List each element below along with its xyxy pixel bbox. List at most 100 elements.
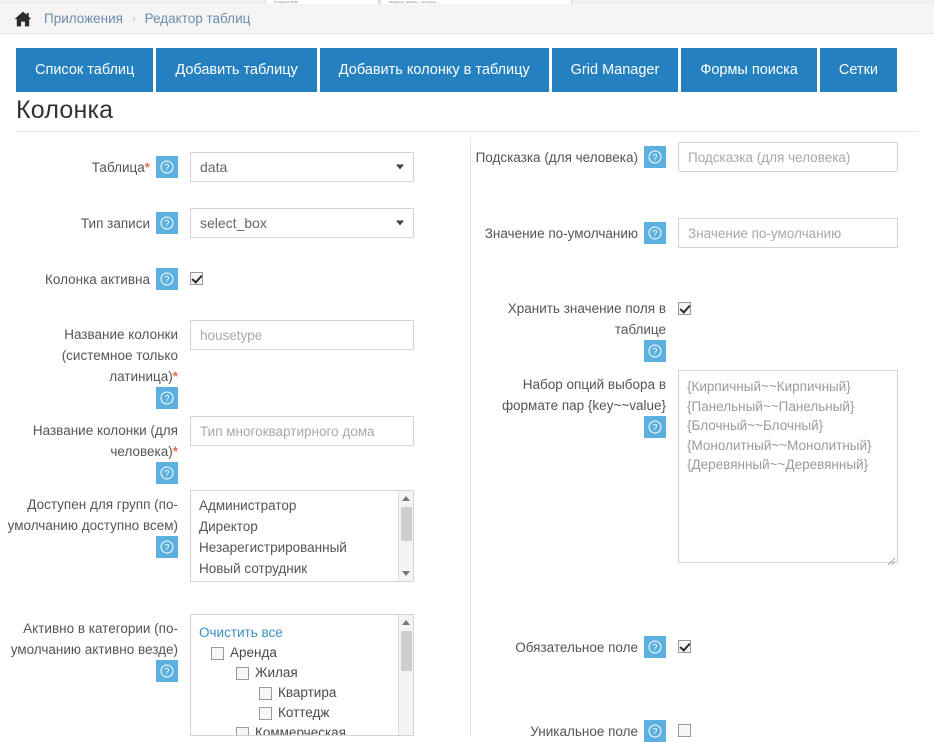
field-column-active-label: Колонка активна [0, 264, 178, 290]
human-name-input[interactable] [190, 416, 414, 446]
field-default-value-label-text: Значение по-умолчанию [484, 226, 638, 241]
options-set-textarea[interactable]: {Кирпичный~~Кирпичный} {Панельный~~Панел… [678, 370, 898, 563]
tree-item-arenda[interactable]: Аренда [191, 643, 413, 663]
system-name-input[interactable] [190, 320, 414, 350]
tab-table-list[interactable]: Список таблиц [16, 48, 154, 92]
categories-scrollbar[interactable] [398, 615, 413, 735]
groups-scrollbar[interactable] [398, 491, 413, 581]
required-asterisk: * [172, 369, 178, 384]
tab-add-column[interactable]: Добавить колонку в таблицу [319, 48, 549, 92]
tree-item-label: Коммерческая [255, 725, 346, 736]
field-store-value: Хранить значение поля в таблице [471, 294, 691, 362]
field-hint: Подсказка (для человека) [471, 142, 898, 172]
chevron-down-icon [396, 164, 404, 170]
field-unique-label-text: Уникальное поле [530, 724, 638, 739]
field-human-name-label-text: Название колонки (для человека) [32, 423, 178, 459]
help-icon[interactable] [156, 387, 178, 409]
help-icon[interactable] [156, 536, 178, 558]
scrollbar-thumb[interactable] [401, 631, 412, 671]
field-system-name: Название колонки (системное только латин… [0, 320, 414, 409]
column-active-checkbox[interactable] [190, 272, 203, 286]
tab-add-table[interactable]: Добавить таблицу [156, 48, 317, 92]
field-system-name-label: Название колонки (системное только латин… [0, 320, 178, 409]
tree-item-kommercheskaya[interactable]: Коммерческая [191, 723, 413, 736]
tree-item-kvartira[interactable]: Квартира [191, 683, 413, 703]
breadcrumb: Приложения › Редактор таблиц [0, 4, 934, 34]
list-item[interactable]: Директор [191, 516, 413, 537]
breadcrumb-item-table-editor[interactable]: Редактор таблиц [145, 11, 251, 26]
breadcrumb-separator: › [131, 12, 136, 25]
list-item[interactable]: Незарегистрированный [191, 537, 413, 558]
field-categories: Активно в категории (по-умолчанию активн… [0, 614, 414, 736]
table-select[interactable]: data [190, 152, 414, 182]
list-item[interactable]: Новый сотрудник [191, 558, 413, 579]
tree-item-label: Жилая [255, 665, 298, 680]
help-icon[interactable] [644, 636, 666, 658]
help-icon[interactable] [156, 212, 178, 234]
field-record-type: Тип записи select_box [0, 208, 414, 238]
tree-checkbox[interactable] [236, 726, 249, 735]
unique-field-checkbox[interactable] [678, 724, 691, 738]
field-groups: Доступен для групп (по-умолчанию доступн… [0, 490, 414, 582]
breadcrumb-item-applications[interactable]: Приложения [44, 11, 123, 26]
help-icon[interactable] [156, 156, 178, 178]
field-default-value-label: Значение по-умолчанию [471, 218, 666, 244]
scroll-up-arrow-icon[interactable] [402, 496, 410, 501]
page-title: Колонка [16, 96, 114, 124]
record-type-select[interactable]: select_box [190, 208, 414, 238]
field-column-active-label-text: Колонка активна [45, 272, 150, 287]
field-table: Таблица* data [0, 152, 414, 182]
tree-checkbox[interactable] [211, 646, 224, 660]
required-field-checkbox[interactable] [678, 640, 691, 654]
help-icon[interactable] [156, 462, 178, 484]
help-icon[interactable] [644, 340, 666, 362]
tree-item-label: Коттедж [278, 705, 330, 720]
field-categories-label-text: Активно в категории (по-умолчанию активн… [10, 621, 178, 657]
tree-item-label: Аренда [230, 645, 277, 660]
groups-listbox[interactable]: Администратор Директор Незарегистрирован… [190, 490, 414, 582]
help-icon[interactable] [644, 146, 666, 168]
field-store-value-label: Хранить значение поля в таблице [471, 294, 666, 362]
column-form: Таблица* data Тип записи select_box [0, 138, 934, 742]
help-icon[interactable] [644, 416, 666, 438]
tree-item-zhilaya[interactable]: Жилая [191, 663, 413, 683]
hint-input[interactable] [678, 142, 898, 172]
field-column-active: Колонка активна [0, 264, 203, 290]
title-divider [16, 131, 918, 132]
store-value-checkbox[interactable] [678, 302, 691, 316]
tab-search-forms[interactable]: Формы поиска [681, 48, 817, 92]
field-hint-label-text: Подсказка (для человека) [475, 150, 638, 165]
field-required-label-text: Обязательное поле [515, 640, 638, 655]
tab-grids[interactable]: Сетки [819, 48, 898, 92]
field-hint-label: Подсказка (для человека) [471, 142, 666, 168]
required-asterisk: * [144, 160, 150, 175]
tree-item-kottedzh[interactable]: Коттедж [191, 703, 413, 723]
scroll-down-arrow-icon[interactable] [402, 571, 410, 576]
scrollbar-thumb[interactable] [401, 507, 412, 541]
scroll-up-arrow-icon[interactable] [402, 620, 410, 625]
help-icon[interactable] [156, 268, 178, 290]
help-icon[interactable] [644, 720, 666, 742]
field-human-name-label: Название колонки (для человека)* [0, 416, 178, 484]
field-unique-label: Уникальное поле [471, 716, 666, 742]
default-value-input[interactable] [678, 218, 898, 248]
list-item[interactable]: Администратор [191, 495, 413, 516]
field-default-value: Значение по-умолчанию [471, 218, 898, 248]
field-record-type-label: Тип записи [0, 208, 178, 234]
field-human-name: Название колонки (для человека)* [0, 416, 414, 484]
help-icon[interactable] [644, 222, 666, 244]
field-unique: Уникальное поле [471, 716, 691, 742]
help-icon[interactable] [156, 660, 178, 682]
field-options-set: Набор опций выбора в формате пар {key~~v… [471, 370, 898, 566]
tab-grid-manager[interactable]: Grid Manager [551, 48, 679, 92]
tree-checkbox[interactable] [236, 666, 249, 680]
tree-checkbox[interactable] [259, 706, 272, 720]
table-select-value: data [200, 159, 228, 175]
field-required-label: Обязательное поле [471, 632, 666, 658]
tree-checkbox[interactable] [259, 686, 272, 700]
home-icon[interactable] [14, 11, 32, 27]
field-categories-label: Активно в категории (по-умолчанию активн… [0, 614, 178, 682]
field-table-label: Таблица* [0, 152, 178, 178]
field-record-type-label-text: Тип записи [80, 216, 150, 231]
clear-all-link[interactable]: Очистить все [191, 623, 413, 643]
